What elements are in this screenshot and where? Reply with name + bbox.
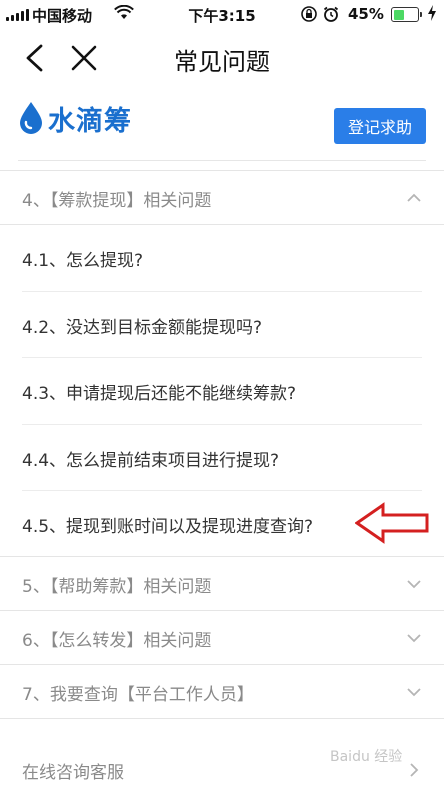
faq-item-4-4[interactable]: 4.4、怎么提前结束项目进行提现? [0,426,444,490]
battery-icon [391,7,419,22]
divider [0,170,444,171]
divider [0,664,444,665]
divider [0,610,444,611]
divider [0,718,444,719]
header-divider [18,160,426,161]
faq-item-4-3[interactable]: 4.3、申请提现后还能不能继续筹款? [0,359,444,423]
register-help-button[interactable]: 登记求助 [334,108,426,144]
water-drop-icon [20,102,42,134]
orientation-lock-icon [300,5,318,27]
battery-tip [420,12,422,17]
divider [0,556,444,557]
faq-item-label: 4.4、怎么提前结束项目进行提现? [22,450,280,471]
red-arrow-annotation [355,502,429,544]
faq-section-7[interactable]: 7、我要查询【平台工作人员】 [0,666,444,718]
faq-section-6[interactable]: 6、【怎么转发】相关问题 [0,612,444,664]
watermark: Baidu 经验 [330,749,403,765]
faq-item-label: 4.2、没达到目标金额能提现吗? [22,317,263,338]
faq-section-title: 5、【帮助筹款】相关问题 [22,576,212,597]
alarm-icon [322,5,340,27]
status-bar: 中国移动 下午3:15 45% [0,0,444,30]
logo[interactable]: 水滴筹 [18,98,132,138]
faq-section-4[interactable]: 4、【筹款提现】相关问题 [0,172,444,224]
chevron-down-icon [407,688,421,697]
divider [22,424,422,425]
divider [22,490,422,491]
online-support-label: 在线咨询客服 [22,762,124,783]
faq-item-label: 4.5、提现到账时间以及提现进度查询? [22,516,314,537]
faq-section-title: 4、【筹款提现】相关问题 [22,190,212,211]
faq-item-label: 4.1、怎么提现? [22,250,144,271]
divider [0,224,444,225]
faq-section-title: 7、我要查询【平台工作人员】 [22,684,254,705]
faq-item-4-2[interactable]: 4.2、没达到目标金额能提现吗? [0,293,444,357]
divider [22,291,422,292]
faq-section-5[interactable]: 5、【帮助筹款】相关问题 [0,558,444,610]
chevron-right-icon [410,763,419,777]
charging-icon [427,5,437,25]
faq-section-title: 6、【怎么转发】相关问题 [22,630,212,651]
chevron-down-icon [407,580,421,589]
page-title: 常见问题 [174,48,270,76]
battery-percent: 45% [348,5,384,23]
faq-item-label: 4.3、申请提现后还能不能继续筹款? [22,383,297,404]
chevron-down-icon [407,634,421,643]
logo-text: 水滴筹 [48,105,132,137]
faq-item-4-1[interactable]: 4.1、怎么提现? [0,226,444,290]
chevron-up-icon [407,193,421,202]
nav-bar: 常见问题 [0,30,444,86]
divider [22,357,422,358]
